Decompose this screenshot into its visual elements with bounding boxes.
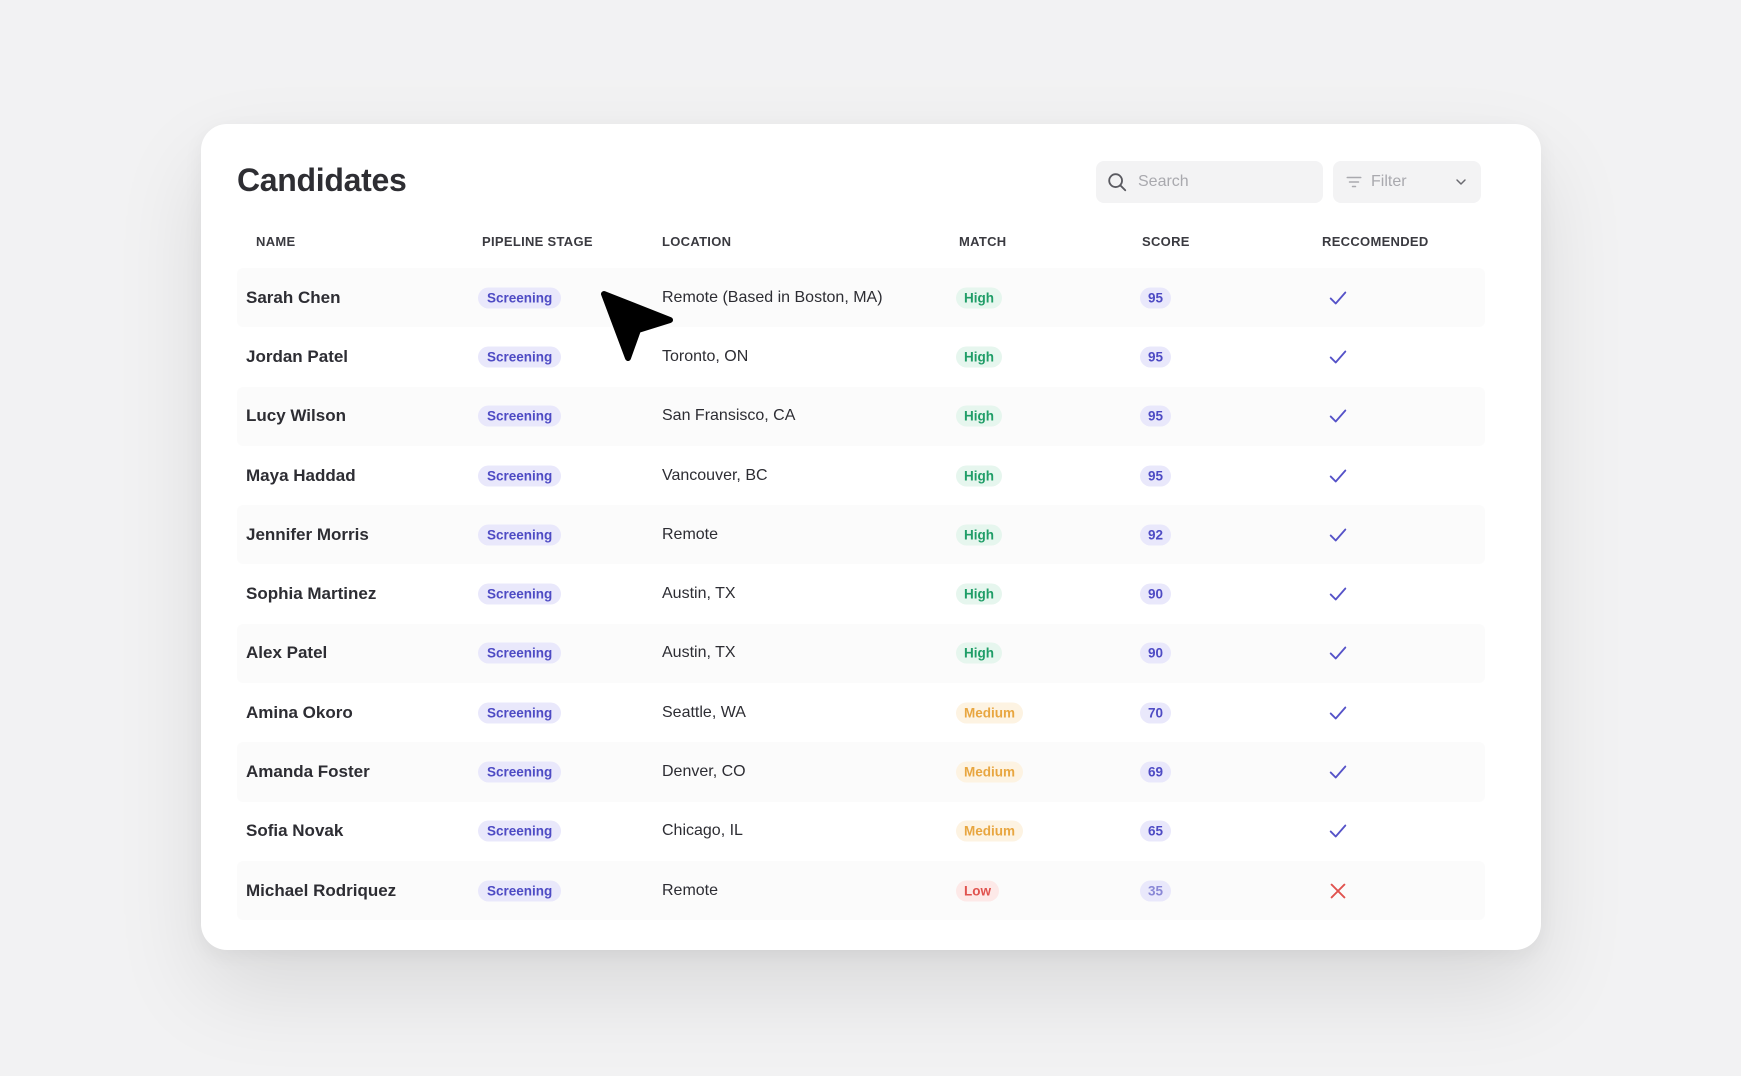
table-row[interactable]: Jordan Patel Screening Toronto, ON High 95 <box>237 327 1485 386</box>
column-header-location[interactable]: LOCATION <box>662 234 731 249</box>
check-icon <box>1329 765 1347 779</box>
match-badge: High <box>956 346 1002 368</box>
pipeline-stage-badge: Screening <box>478 761 562 783</box>
candidate-location: San Fransisco, CA <box>662 407 796 425</box>
pipeline-stage-badge: Screening <box>478 880 562 902</box>
table-row[interactable]: Alex Patel Screening Austin, TX High 90 <box>237 623 1485 684</box>
chevron-down-icon <box>1456 179 1466 185</box>
table-row[interactable]: Maya Haddad Screening Vancouver, BC High 95 <box>237 446 1485 505</box>
table-row[interactable]: Amina Okoro Screening Seattle, WA Medium 70 <box>237 683 1485 742</box>
table-row[interactable]: Michael Rodriquez Screening Remote Low 35 <box>237 860 1485 921</box>
filter-icon <box>1346 176 1362 188</box>
candidates-table: Sarah Chen Screening Remote (Based in Bost… <box>237 268 1485 921</box>
score-badge: 90 <box>1140 642 1172 664</box>
candidate-name[interactable]: Sofia Novak <box>246 821 343 841</box>
pipeline-stage-badge: Screening <box>478 287 562 309</box>
cursor-arrow-icon <box>601 291 673 361</box>
candidate-location: Seattle, WA <box>662 703 746 721</box>
pipeline-stage-badge: Screening <box>478 465 562 487</box>
score-badge: 35 <box>1140 880 1172 902</box>
candidate-name[interactable]: Sophia Martinez <box>246 584 376 604</box>
check-icon <box>1329 706 1347 720</box>
candidate-name[interactable]: Amina Okoro <box>246 703 353 723</box>
match-badge: High <box>956 642 1002 664</box>
candidate-location: Austin, TX <box>662 644 736 662</box>
score-badge: 65 <box>1140 820 1172 842</box>
check-icon <box>1329 291 1347 305</box>
candidates-card: Candidates Filter NAME PIPELINE STAGE LO… <box>201 124 1541 950</box>
candidate-location: Remote <box>662 881 719 899</box>
candidate-name[interactable]: Jordan Patel <box>246 347 348 367</box>
score-badge: 95 <box>1140 346 1172 368</box>
pipeline-stage-badge: Screening <box>478 405 562 427</box>
candidate-location: Austin, TX <box>662 585 736 603</box>
candidate-location: Denver, CO <box>662 763 746 781</box>
page-title: Candidates <box>237 162 407 198</box>
score-badge: 70 <box>1140 702 1172 724</box>
check-icon <box>1329 409 1347 423</box>
check-icon <box>1329 647 1347 660</box>
candidate-location: Chicago, IL <box>662 822 743 840</box>
filter-dropdown[interactable]: Filter <box>1333 161 1481 203</box>
score-badge: 90 <box>1140 583 1172 605</box>
check-icon <box>1329 587 1347 601</box>
candidate-name[interactable]: Amanda Foster <box>246 762 370 782</box>
candidate-name[interactable]: Michael Rodriquez <box>246 881 396 901</box>
column-header-pipeline-stage[interactable]: PIPELINE STAGE <box>482 234 593 249</box>
column-header-match[interactable]: MATCH <box>959 234 1006 249</box>
match-badge: Medium <box>956 761 1024 783</box>
column-header-name[interactable]: NAME <box>256 234 295 249</box>
pipeline-stage-badge: Screening <box>478 524 562 546</box>
table-row[interactable]: Sophia Martinez Screening Austin, TX High 90 <box>237 564 1485 623</box>
match-badge: Medium <box>956 820 1024 842</box>
check-icon <box>1329 469 1347 482</box>
column-header-score[interactable]: SCORE <box>1142 234 1190 249</box>
search-icon <box>1108 173 1127 192</box>
check-icon <box>1329 528 1347 542</box>
x-icon <box>1330 883 1346 898</box>
table-header: NAME PIPELINE STAGE LOCATION MATCH SCORE… <box>237 234 1485 264</box>
pipeline-stage-badge: Screening <box>478 346 562 368</box>
match-badge: High <box>956 287 1002 309</box>
table-row[interactable]: Amanda Foster Screening Denver, CO Medium 69 <box>237 742 1485 802</box>
match-badge: High <box>956 465 1002 487</box>
candidate-name[interactable]: Alex Patel <box>246 643 327 663</box>
pipeline-stage-badge: Screening <box>478 820 562 842</box>
table-row[interactable]: Lucy Wilson Screening San Fransisco, CA Hig… <box>237 386 1485 446</box>
score-badge: 95 <box>1140 405 1172 427</box>
search-box[interactable] <box>1096 161 1323 203</box>
check-icon <box>1329 350 1347 364</box>
check-icon <box>1329 824 1347 838</box>
candidate-location: Remote <box>662 525 719 543</box>
candidate-name[interactable]: Jennifer Morris <box>246 525 369 545</box>
search-input[interactable] <box>1138 173 1308 191</box>
score-badge: 95 <box>1140 287 1172 309</box>
match-badge: High <box>956 583 1002 605</box>
score-badge: 95 <box>1140 465 1172 487</box>
table-row[interactable]: Sarah Chen Screening Remote (Based in Bost… <box>237 268 1485 328</box>
match-badge: High <box>956 524 1002 546</box>
pipeline-stage-badge: Screening <box>478 642 562 664</box>
candidate-name[interactable]: Lucy Wilson <box>246 406 346 426</box>
match-badge: Medium <box>956 702 1024 724</box>
score-badge: 69 <box>1140 761 1172 783</box>
match-badge: Low <box>956 880 999 902</box>
pipeline-stage-badge: Screening <box>478 583 562 605</box>
table-row[interactable]: Jennifer Morris Screening Remote High 92 <box>237 505 1485 565</box>
filter-label: Filter <box>1371 173 1407 190</box>
pipeline-stage-badge: Screening <box>478 702 562 724</box>
score-badge: 92 <box>1140 524 1172 546</box>
candidate-name[interactable]: Sarah Chen <box>246 288 340 308</box>
candidate-location: Vancouver, BC <box>662 466 768 484</box>
candidate-name[interactable]: Maya Haddad <box>246 466 356 486</box>
candidate-location: Remote (Based in Boston, MA) <box>662 288 883 306</box>
table-row[interactable]: Sofia Novak Screening Chicago, IL Medium 65 <box>237 802 1485 861</box>
column-header-recommended[interactable]: RECCOMENDED <box>1322 234 1429 249</box>
match-badge: High <box>956 405 1002 427</box>
